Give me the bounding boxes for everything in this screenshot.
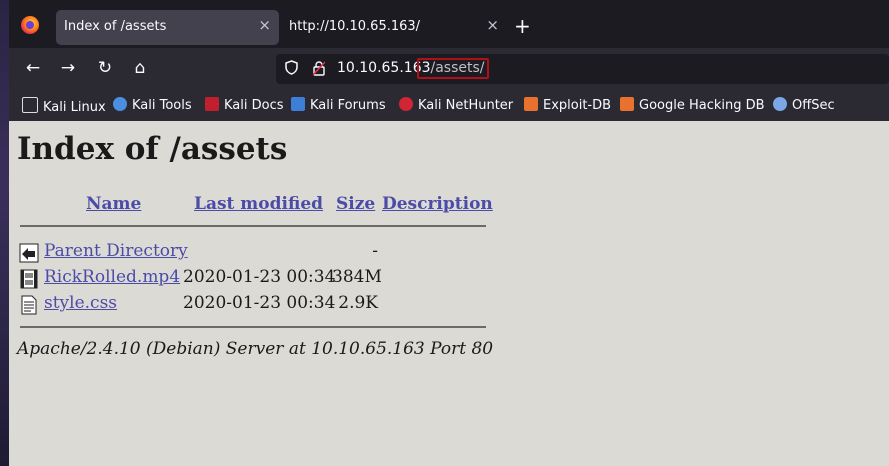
tracking-shield-icon[interactable] [285,60,298,75]
close-tab-icon[interactable]: × [258,16,271,34]
bookmark-google-hacking-db[interactable]: Google Hacking DB [620,97,765,113]
offsec-icon [773,97,787,111]
sort-by-name-link[interactable]: Name [86,194,141,214]
text-file-icon [21,295,37,315]
reload-button[interactable]: ↻ [94,58,116,78]
footer-divider [20,326,486,328]
row-modified: 2020-01-23 00:34 [183,267,336,287]
bookmark-kali-docs[interactable]: Kali Docs [205,97,284,113]
bookmark-label: Exploit-DB [543,98,612,113]
tab-strip: Index of /assets × http://10.10.65.163/ … [9,0,889,48]
nethunter-icon [399,97,413,111]
bookmark-label: OffSec [792,98,835,113]
forward-button[interactable]: → [57,58,79,78]
kali-dragon-icon [22,97,38,113]
tab-index-of-assets[interactable]: Index of /assets × [56,10,279,45]
style-css-file-link[interactable]: style.css [44,293,117,313]
back-button[interactable]: ← [22,58,44,78]
bookmark-offsec[interactable]: OffSec [773,97,835,113]
row-size: 2.9K [338,293,378,313]
bookmark-label: Kali Docs [224,98,284,113]
sort-by-size-link[interactable]: Size [336,194,375,214]
row-size: 384M [332,267,382,287]
desktop-background [0,0,9,466]
page-title: Index of /assets [17,131,288,167]
sort-by-description-link[interactable]: Description [382,194,493,214]
video-file-icon [20,269,38,289]
new-tab-button[interactable]: + [514,14,531,38]
close-tab-icon[interactable]: × [486,16,499,34]
column-header-last-modified[interactable]: Last modified [194,194,323,214]
firefox-menu-icon[interactable] [21,16,39,34]
kali-docs-icon [205,97,219,111]
rickrolled-file-link[interactable]: RickRolled.mp4 [44,267,180,287]
server-signature: Apache/2.4.10 (Debian) Server at 10.10.6… [17,339,494,359]
row-modified: 2020-01-23 00:34 [183,293,336,313]
address-bar[interactable]: 10.10.65.163/assets/ [276,54,889,84]
tab-home[interactable]: http://10.10.65.163/ × [279,8,499,48]
column-header-size[interactable]: Size [336,194,375,214]
column-header-description[interactable]: Description [382,194,493,214]
back-arrow-icon [19,243,39,263]
bookmark-kali-nethunter[interactable]: Kali NetHunter [399,97,513,113]
sort-by-modified-link[interactable]: Last modified [194,194,323,214]
bookmark-kali-forums[interactable]: Kali Forums [291,97,386,113]
url-path-highlight [417,58,489,79]
tab-title: http://10.10.65.163/ [289,19,421,34]
page-content: Index of /assets Name Last modified Size… [9,121,889,466]
kali-forums-icon [291,97,305,111]
bookmark-label: Kali Linux [43,100,106,115]
header-divider [20,225,486,227]
exploit-db-icon [524,97,538,111]
bookmark-label: Google Hacking DB [639,98,765,113]
navigation-toolbar: ← → ↻ ⌂ 10.10.65.163/assets/ [9,48,889,90]
tab-title: Index of /assets [64,19,167,34]
home-button[interactable]: ⌂ [129,58,151,78]
browser-chrome: Index of /assets × http://10.10.65.163/ … [9,0,889,121]
bookmark-exploit-db[interactable]: Exploit-DB [524,97,611,113]
parent-directory-link[interactable]: Parent Directory [44,241,188,261]
bookmark-label: Kali Forums [310,98,386,113]
bookmarks-toolbar: Kali Linux Kali Tools Kali Docs Kali For… [9,90,889,121]
bookmark-kali-tools[interactable]: Kali Tools [113,97,192,113]
bookmark-kali-linux[interactable]: Kali Linux [22,97,106,115]
ghdb-icon [620,97,634,111]
row-size: - [372,241,378,261]
bookmark-label: Kali Tools [132,98,192,113]
kali-tools-icon [113,97,127,111]
insecure-lock-icon[interactable] [313,60,325,76]
column-header-name[interactable]: Name [86,194,141,214]
bookmark-label: Kali NetHunter [418,98,514,113]
